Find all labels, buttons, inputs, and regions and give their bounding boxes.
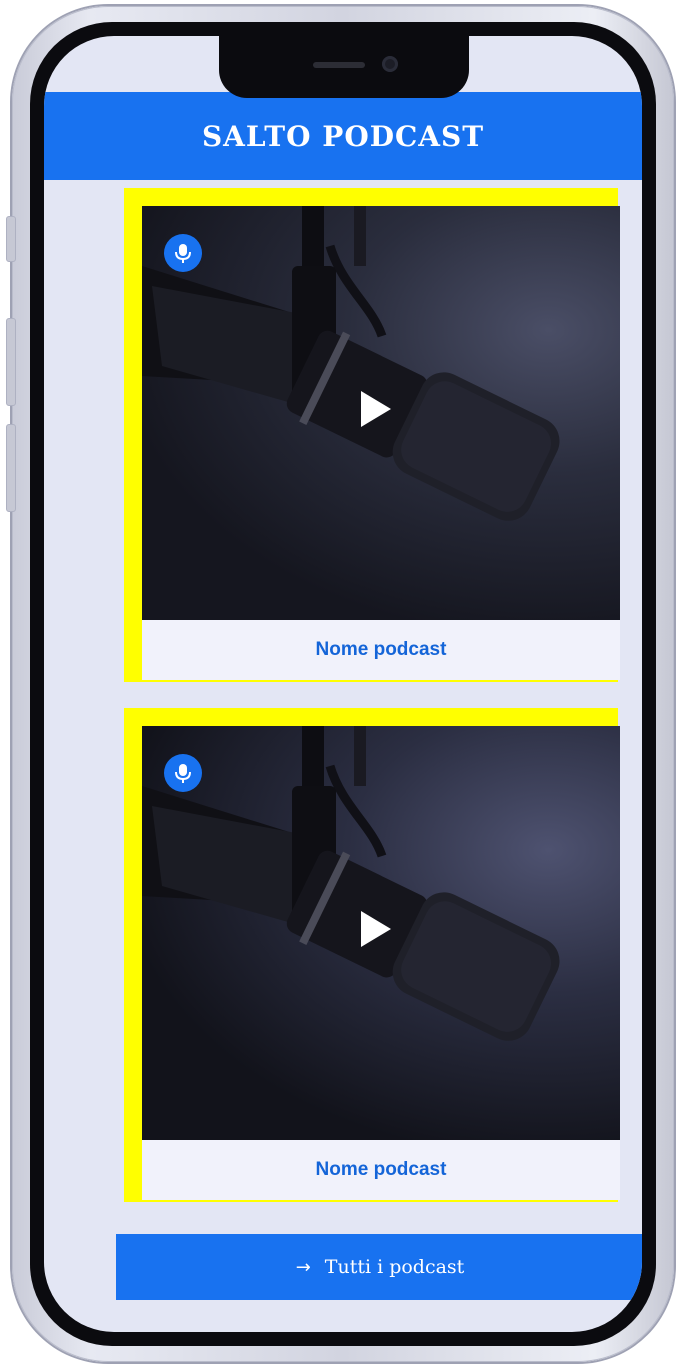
arrow-right-icon: → — [295, 1256, 311, 1278]
podcast-card-content[interactable]: Nome podcast — [142, 206, 620, 680]
notch — [219, 36, 469, 98]
play-icon[interactable] — [361, 911, 391, 947]
front-camera — [382, 56, 398, 72]
phone-screen: SALTO PODCAST Nome podcast Nome podcast … — [44, 36, 642, 1332]
podcast-title[interactable]: Nome podcast — [142, 1140, 620, 1200]
volume-up-button — [6, 318, 16, 406]
phone-frame: SALTO PODCAST Nome podcast Nome podcast … — [6, 6, 674, 1362]
play-icon[interactable] — [361, 391, 391, 427]
podcast-card[interactable]: Nome podcast — [124, 708, 620, 1202]
podcast-card[interactable]: Nome podcast — [124, 188, 620, 682]
app-header: SALTO PODCAST — [44, 92, 642, 180]
silent-switch — [6, 216, 16, 262]
phone-bezel: SALTO PODCAST Nome podcast Nome podcast … — [30, 22, 656, 1346]
all-podcasts-button[interactable]: → Tutti i podcast — [116, 1234, 642, 1300]
podcast-card-content[interactable]: Nome podcast — [142, 726, 620, 1200]
all-podcasts-label: Tutti i podcast — [324, 1256, 465, 1278]
speaker-grille — [313, 62, 365, 68]
podcast-thumbnail[interactable] — [142, 206, 620, 620]
podcast-title[interactable]: Nome podcast — [142, 620, 620, 680]
microphone-icon — [164, 754, 202, 792]
app-title: SALTO PODCAST — [201, 119, 485, 153]
podcast-thumbnail[interactable] — [142, 726, 620, 1140]
microphone-icon — [164, 234, 202, 272]
volume-down-button — [6, 424, 16, 512]
